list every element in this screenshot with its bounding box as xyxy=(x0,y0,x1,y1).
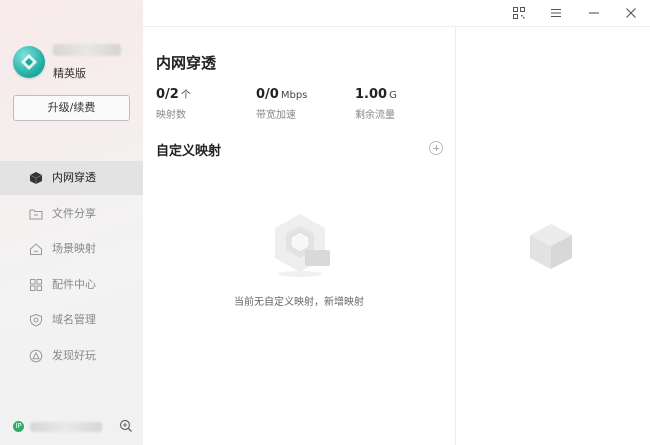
stat-caption: 带宽加速 xyxy=(256,110,296,121)
sidebar-nav: 内网穿透 文件分享 场景映射 配件中心 域名管理 发现好玩 xyxy=(0,161,143,375)
stat-value: 0/0 xyxy=(256,87,279,102)
house-icon xyxy=(30,243,42,256)
edition-label: 精英版 xyxy=(53,67,86,80)
empty-message: 当前无自定义映射，新增映射 xyxy=(143,293,455,308)
sidebar-item-intranet[interactable]: 内网穿透 xyxy=(0,161,143,195)
sidebar-item-label: 发现好玩 xyxy=(52,348,96,362)
section-title: 自定义映射 xyxy=(156,144,222,159)
sidebar: 精英版 升级/续费 内网穿透 文件分享 场景映射 配件中心 域名管理 发现好玩 … xyxy=(0,0,143,445)
shield-icon xyxy=(30,314,42,327)
stat-unit: 个 xyxy=(180,90,191,101)
sidebar-item-discover[interactable]: 发现好玩 xyxy=(0,339,143,373)
stat-caption: 剩余流量 xyxy=(355,110,395,121)
sidebar-item-domain[interactable]: 域名管理 xyxy=(0,303,143,337)
stat-unit: Mbps xyxy=(280,90,308,101)
empty-box-icon xyxy=(275,214,330,277)
stat-value: 1.00 xyxy=(355,87,388,102)
app-logo xyxy=(13,46,45,78)
sidebar-item-file-share[interactable]: 文件分享 xyxy=(0,197,143,231)
folder-share-icon xyxy=(29,209,43,220)
close-icon[interactable] xyxy=(624,6,638,20)
cube-icon xyxy=(29,172,43,184)
add-mapping-link[interactable]: 新增映射 xyxy=(324,297,364,308)
sidebar-item-accessories[interactable]: 配件中心 xyxy=(0,268,143,302)
title-bar xyxy=(143,0,650,27)
cube-placeholder-icon xyxy=(530,224,572,269)
stat-mappings: 0/2 个 映射数 xyxy=(156,83,191,121)
stat-caption: 映射数 xyxy=(156,110,186,121)
sidebar-item-scene-mapping[interactable]: 场景映射 xyxy=(0,232,143,266)
sidebar-item-label: 域名管理 xyxy=(52,313,96,327)
username-blurred xyxy=(53,44,121,56)
sidebar-item-label: 文件分享 xyxy=(52,206,96,220)
search-zoom-icon[interactable] xyxy=(119,419,133,433)
ip-address-blurred xyxy=(30,422,102,432)
stat-value: 0/2 xyxy=(156,87,179,102)
stat-traffic: 1.00 G 剩余流量 xyxy=(355,83,397,121)
ip-badge: IP xyxy=(13,421,24,432)
stat-bandwidth: 0/0 Mbps 带宽加速 xyxy=(256,83,307,121)
sidebar-item-label: 场景映射 xyxy=(52,242,96,256)
sidebar-item-label: 内网穿透 xyxy=(52,171,96,184)
stat-unit: G xyxy=(389,90,397,101)
minimize-icon[interactable] xyxy=(587,6,601,20)
sidebar-item-label: 配件中心 xyxy=(52,277,96,291)
menu-icon[interactable] xyxy=(549,6,563,20)
add-mapping-button[interactable] xyxy=(429,141,443,155)
triangle-icon xyxy=(29,349,43,363)
upgrade-button[interactable]: 升级/续费 xyxy=(13,95,130,121)
main-panel: 内网穿透 0/2 个 映射数 0/0 Mbps 带宽加速 1.00 G 剩余流量 自定… xyxy=(143,27,456,445)
page-title: 内网穿透 xyxy=(156,54,217,72)
empty-text: 当前无自定义映射， xyxy=(234,297,324,308)
grid-icon xyxy=(30,278,42,291)
qr-code-icon[interactable] xyxy=(512,6,526,20)
